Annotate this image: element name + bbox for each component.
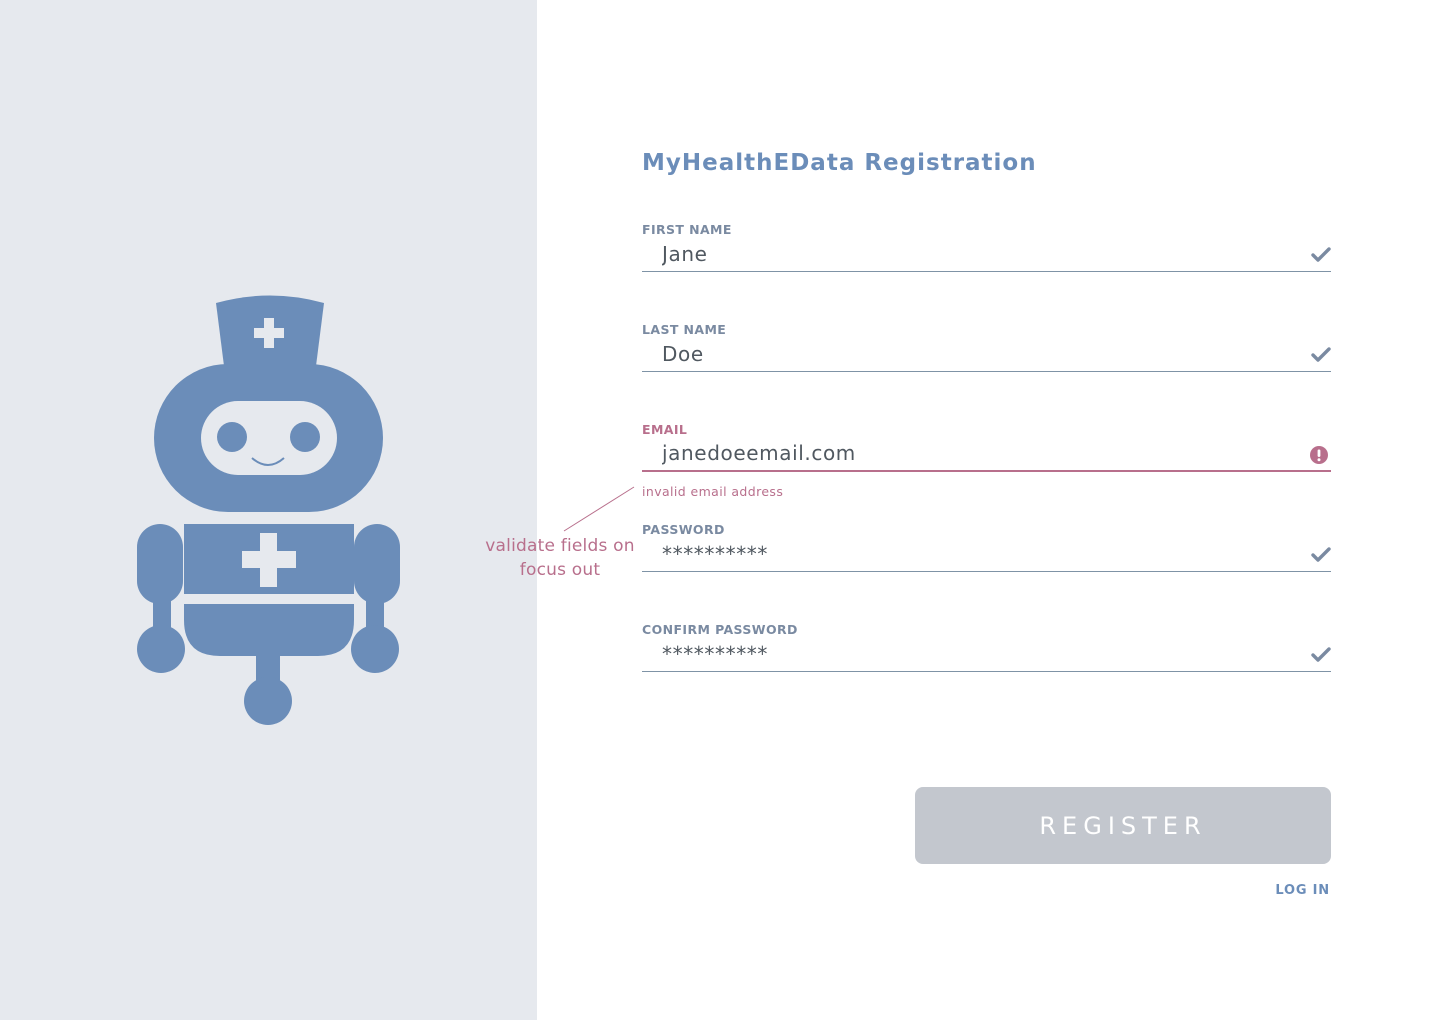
password-input[interactable]	[642, 536, 1331, 572]
first-name-input[interactable]	[642, 236, 1331, 272]
last-name-input[interactable]	[642, 336, 1331, 372]
password-field: PASSWORD	[642, 522, 1331, 582]
confirm-password-field: CONFIRM PASSWORD	[642, 622, 1331, 682]
email-field: EMAIL	[642, 422, 1331, 482]
register-button[interactable]: REGISTER	[915, 787, 1331, 864]
confirm-password-label: CONFIRM PASSWORD	[642, 622, 798, 637]
left-illustration-panel	[0, 0, 537, 1020]
annotation-note: validate fields on focus out	[485, 536, 635, 580]
password-label: PASSWORD	[642, 522, 725, 537]
page-title: MyHealthEData Registration	[642, 150, 1037, 176]
check-icon	[1311, 347, 1331, 362]
email-error-message: invalid email address	[642, 484, 784, 499]
nurse-robot-illustration	[137, 295, 400, 725]
login-link[interactable]: LOG IN	[1275, 883, 1330, 898]
exclamation-circle-icon	[1310, 446, 1328, 464]
first-name-field: FIRST NAME	[642, 222, 1331, 282]
confirm-password-input[interactable]	[642, 636, 1331, 672]
email-input[interactable]	[642, 436, 1331, 472]
check-icon	[1311, 547, 1331, 562]
registration-page: validate fields on focus out MyHealthEDa…	[0, 0, 1440, 1020]
last-name-label: LAST NAME	[642, 322, 727, 337]
last-name-field: LAST NAME	[642, 322, 1331, 382]
first-name-label: FIRST NAME	[642, 222, 732, 237]
check-icon	[1311, 247, 1331, 262]
check-icon	[1311, 647, 1331, 662]
email-label: EMAIL	[642, 422, 688, 437]
